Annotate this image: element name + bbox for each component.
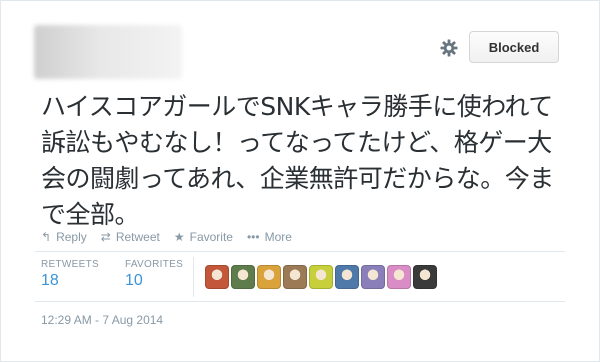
reply-icon: ↰ <box>41 230 52 244</box>
favoriter-avatar[interactable] <box>309 265 333 289</box>
retweets-label: RETWEETS <box>41 259 99 270</box>
more-label: More <box>264 230 292 244</box>
favorites-count: 10 <box>124 272 143 289</box>
retweet-label: Retweet <box>115 230 160 244</box>
favoriter-avatar[interactable] <box>283 265 307 289</box>
star-icon: ★ <box>173 230 185 244</box>
favorites-label: FAVORITES <box>124 259 184 270</box>
favoriter-avatar[interactable] <box>361 265 385 289</box>
favorite-label: Favorite <box>189 230 233 244</box>
favoriter-avatar[interactable] <box>257 265 281 289</box>
divider-top <box>35 251 565 252</box>
favoriter-avatar[interactable] <box>205 265 229 289</box>
tweet-card: Blocked ハイスコアガールでSNKキャラ勝手に使われて訴訟もやむなし！って… <box>0 0 600 362</box>
divider-bottom <box>35 301 565 302</box>
retweets-stat[interactable]: RETWEETS 18 <box>41 259 99 290</box>
retweet-icon: ⇄ <box>100 230 111 244</box>
retweets-count: 18 <box>41 272 59 289</box>
tweet-text: ハイスコアガールでSNKキャラ勝手に使われて訴訟もやむなし！ってなってたけど、格… <box>41 92 554 229</box>
ellipsis-icon: ••• <box>246 230 260 244</box>
retweet-action[interactable]: ⇄ Retweet <box>101 230 160 244</box>
favorite-action[interactable]: ★ Favorite <box>174 230 233 244</box>
reply-action[interactable]: ↰ Reply <box>41 230 87 244</box>
blurred-user-header <box>34 25 182 79</box>
favoriter-avatar[interactable] <box>231 265 255 289</box>
blocked-button[interactable]: Blocked <box>469 31 559 63</box>
reply-label: Reply <box>56 230 87 244</box>
favoriter-avatars <box>205 265 437 289</box>
favorites-stat[interactable]: FAVORITES 10 <box>125 259 183 290</box>
favoriter-avatar[interactable] <box>413 265 437 289</box>
favoriter-avatar[interactable] <box>335 265 359 289</box>
stats-divider <box>193 257 194 297</box>
favoriter-avatar[interactable] <box>387 265 411 289</box>
gear-icon[interactable] <box>439 38 459 58</box>
tweet-stats: RETWEETS 18 FAVORITES 10 <box>41 259 183 290</box>
tweet-timestamp[interactable]: 12:29 AM - 7 Aug 2014 <box>41 313 163 327</box>
more-action[interactable]: ••• More <box>247 230 292 244</box>
tweet-actions: ↰ Reply ⇄ Retweet ★ Favorite ••• More <box>41 229 292 245</box>
